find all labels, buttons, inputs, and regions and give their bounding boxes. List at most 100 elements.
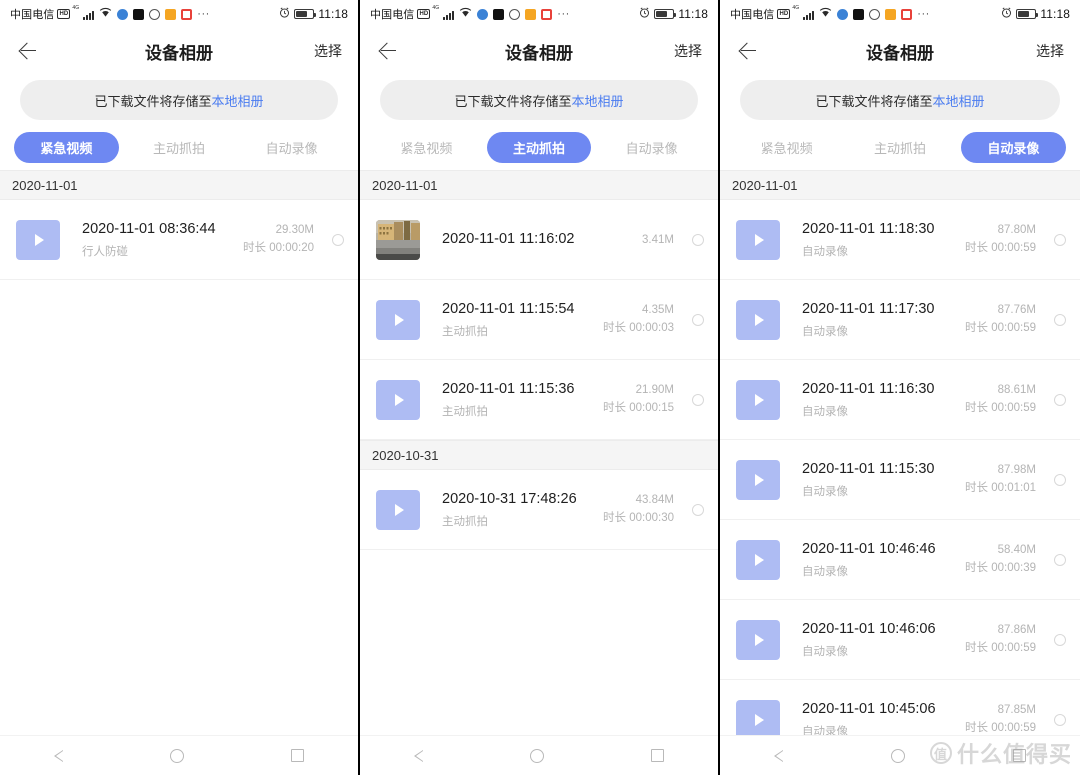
media-subtitle: 主动抓拍 bbox=[442, 515, 488, 528]
status-bar-left: 中国电信 HD 4G ··· bbox=[730, 6, 930, 22]
select-radio[interactable] bbox=[692, 313, 704, 326]
media-row[interactable]: 2020-11-01 10:46:06 自动录像 87.86M 时长 00:00:59 bbox=[720, 600, 1080, 680]
app-icon-blue bbox=[117, 8, 129, 20]
media-row[interactable]: 2020-11-01 11:16:30 自动录像 88.61M 时长 00:00:59 bbox=[720, 360, 1080, 440]
android-nav-bar bbox=[720, 735, 1080, 775]
media-list[interactable]: 2020-11-01 2020-11-01 11:18:30 自动录像 87.80M 时… bbox=[720, 170, 1080, 735]
nav-home-icon[interactable] bbox=[529, 748, 544, 763]
nav-home-icon[interactable] bbox=[169, 748, 184, 763]
media-list[interactable]: 2020-11-01 2020-11-01 08:36:44 行人防碰 29.30M 时… bbox=[0, 170, 358, 735]
select-button[interactable]: 选择 bbox=[674, 41, 702, 61]
select-radio[interactable] bbox=[1054, 633, 1066, 646]
media-subtitle: 自动录像 bbox=[802, 485, 848, 498]
media-title: 2020-11-01 11:16:30 bbox=[802, 381, 935, 398]
app-icon-gray bbox=[149, 8, 161, 20]
media-meta: 88.61M 时长 00:00:59 bbox=[965, 384, 1036, 415]
download-location-banner: 已下载文件将存储至 本地相册 bbox=[20, 80, 338, 120]
media-meta: 21.90M 时长 00:00:15 bbox=[603, 384, 674, 415]
video-thumbnail-play-icon bbox=[736, 379, 780, 420]
media-subtitle: 自动录像 bbox=[802, 645, 848, 658]
app-icon-blue bbox=[837, 8, 849, 20]
media-meta: 4.35M 时长 00:00:03 bbox=[603, 304, 674, 335]
play-icon bbox=[35, 233, 44, 246]
media-row-body: 2020-11-01 11:15:36 主动抓拍 21.90M 时长 00:00:15 bbox=[442, 380, 704, 419]
select-radio[interactable] bbox=[1054, 393, 1066, 406]
banner-wrap: 已下载文件将存储至 本地相册 bbox=[0, 74, 358, 130]
nav-home-icon[interactable] bbox=[891, 748, 905, 763]
download-location-banner: 已下载文件将存储至 本地相册 bbox=[380, 80, 698, 120]
media-row[interactable]: 2020-11-01 10:45:06 自动录像 87.85M 时长 00:00:59 bbox=[720, 680, 1080, 735]
media-row-body: 2020-11-01 11:17:30 自动录像 87.76M 时长 00:00:59 bbox=[802, 300, 1066, 339]
tab-3[interactable]: 自动录像 bbox=[239, 132, 344, 163]
media-row[interactable]: 2020-11-01 08:36:44 行人防碰 29.30M 时长 00:00:20 bbox=[0, 200, 358, 280]
select-radio[interactable] bbox=[692, 233, 704, 246]
nav-back-icon[interactable] bbox=[413, 749, 423, 762]
tab-bar: 紧急视频 主动抓拍 自动录像 bbox=[0, 130, 358, 170]
nav-recents-icon[interactable] bbox=[1013, 749, 1026, 762]
tab-3-active[interactable]: 自动录像 bbox=[960, 131, 1066, 163]
status-bar-right: 11:18 bbox=[279, 7, 348, 21]
media-row[interactable]: 2020-11-01 10:46:46 自动录像 58.40M 时长 00:00:39 bbox=[720, 520, 1080, 600]
tab-2[interactable]: 主动抓拍 bbox=[127, 132, 232, 163]
media-row[interactable]: 2020-11-01 11:15:54 主动抓拍 4.35M 时长 00:00:03 bbox=[360, 280, 718, 360]
media-title: 2020-11-01 11:15:30 bbox=[802, 461, 935, 478]
media-row[interactable]: 2020-11-01 11:18:30 自动录像 87.80M 时长 00:00:59 bbox=[720, 200, 1080, 280]
media-filesize: 29.30M bbox=[275, 224, 314, 236]
carrier-label: 中国电信 bbox=[730, 9, 775, 21]
app-icon-blue bbox=[477, 8, 489, 20]
back-arrow-icon[interactable] bbox=[736, 40, 758, 62]
tab-2-active[interactable]: 主动抓拍 bbox=[486, 131, 592, 163]
page-title: 设备相册 bbox=[505, 43, 573, 63]
app-icon-orange bbox=[885, 8, 897, 20]
local-album-link[interactable]: 本地相册 bbox=[212, 91, 264, 110]
play-icon bbox=[755, 393, 764, 406]
date-group-header: 2020-11-01 bbox=[0, 170, 358, 200]
select-radio[interactable] bbox=[1054, 713, 1066, 726]
tab-1[interactable]: 紧急视频 bbox=[374, 132, 479, 163]
select-button[interactable]: 选择 bbox=[1036, 41, 1064, 61]
app-icon-orange bbox=[165, 8, 177, 20]
media-row[interactable]: 2020-10-31 17:48:26 主动抓拍 43.84M 时长 00:00:30 bbox=[360, 470, 718, 550]
select-radio[interactable] bbox=[1054, 313, 1066, 326]
status-bar: 中国电信 HD 4G ··· 11:18 bbox=[360, 0, 718, 28]
tab-3[interactable]: 自动录像 bbox=[599, 132, 704, 163]
nav-back-icon[interactable] bbox=[774, 749, 783, 762]
media-row-main: 2020-11-01 11:16:02 bbox=[442, 230, 642, 250]
wifi-icon bbox=[819, 7, 832, 21]
tab-2[interactable]: 主动抓拍 bbox=[847, 132, 952, 163]
media-duration: 时长 00:01:01 bbox=[965, 482, 1036, 494]
nav-recents-icon[interactable] bbox=[291, 749, 305, 762]
nav-recents-icon[interactable] bbox=[651, 749, 665, 762]
tab-1[interactable]: 紧急视频 bbox=[734, 132, 839, 163]
network-type-label: 4G bbox=[432, 5, 440, 11]
clock-label: 11:18 bbox=[318, 7, 348, 21]
media-row-body: 2020-11-01 10:45:06 自动录像 87.85M 时长 00:00:59 bbox=[802, 700, 1066, 735]
select-radio[interactable] bbox=[332, 233, 344, 246]
media-row[interactable]: 2020-11-01 11:16:02 3.41M bbox=[360, 200, 718, 280]
nav-back-icon[interactable] bbox=[53, 749, 63, 762]
banner-text: 已下载文件将存储至 bbox=[94, 93, 212, 109]
select-radio[interactable] bbox=[692, 503, 704, 516]
select-button[interactable]: 选择 bbox=[314, 41, 342, 61]
select-radio[interactable] bbox=[1054, 473, 1066, 486]
select-radio[interactable] bbox=[1054, 233, 1066, 246]
local-album-link[interactable]: 本地相册 bbox=[933, 91, 985, 110]
download-location-banner: 已下载文件将存储至 本地相册 bbox=[740, 80, 1060, 120]
status-bar-right: 11:18 bbox=[639, 7, 708, 21]
media-subtitle: 主动抓拍 bbox=[442, 405, 488, 418]
media-row[interactable]: 2020-11-01 11:17:30 自动录像 87.76M 时长 00:00:59 bbox=[720, 280, 1080, 360]
select-radio[interactable] bbox=[692, 393, 704, 406]
video-thumbnail-play-icon bbox=[736, 619, 780, 660]
media-duration: 时长 00:00:39 bbox=[965, 562, 1036, 574]
media-meta: 87.85M 时长 00:00:59 bbox=[965, 704, 1036, 735]
media-row[interactable]: 2020-11-01 11:15:30 自动录像 87.98M 时长 00:01:01 bbox=[720, 440, 1080, 520]
media-row[interactable]: 2020-11-01 11:15:36 主动抓拍 21.90M 时长 00:00:15 bbox=[360, 360, 718, 440]
tab-1-active[interactable]: 紧急视频 bbox=[14, 131, 119, 163]
back-arrow-icon[interactable] bbox=[16, 40, 38, 62]
media-title: 2020-11-01 11:17:30 bbox=[802, 301, 935, 318]
media-list[interactable]: 2020-11-01 2020-11-01 11:16:02 3.41M 2020-1… bbox=[360, 170, 718, 735]
app-icon-red bbox=[541, 8, 553, 20]
back-arrow-icon[interactable] bbox=[376, 40, 398, 62]
local-album-link[interactable]: 本地相册 bbox=[572, 91, 624, 110]
select-radio[interactable] bbox=[1054, 553, 1066, 566]
